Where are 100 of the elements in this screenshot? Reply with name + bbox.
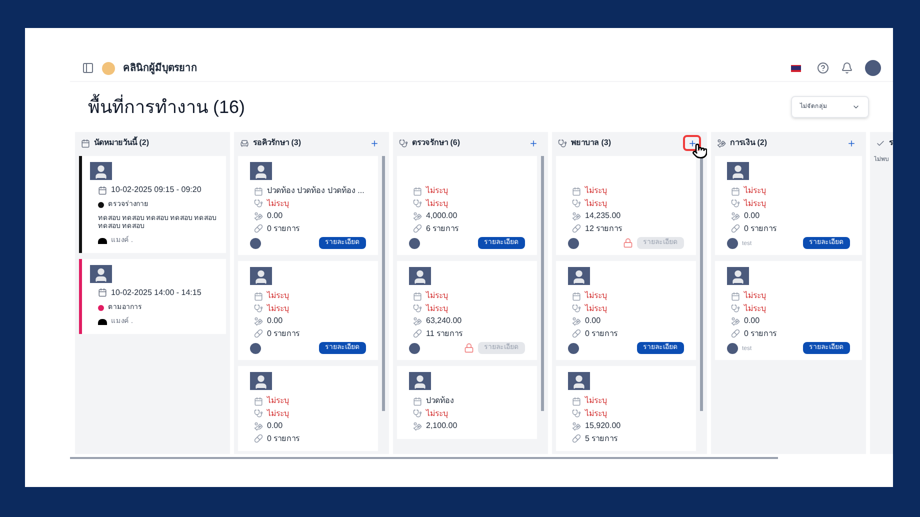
calendar-icon xyxy=(572,186,581,196)
avatar-icon xyxy=(568,342,579,354)
card-field: ไม่ระบุ xyxy=(744,302,766,315)
column-title: ตรวจรักษา (6) xyxy=(412,137,460,149)
hand-coins-icon xyxy=(572,422,581,431)
avatar-icon xyxy=(727,238,738,248)
card-field: 5 รายการ xyxy=(585,432,618,445)
sidebar-toggle-icon[interactable] xyxy=(82,62,94,74)
pill-icon xyxy=(254,329,263,338)
card-field: 6 รายการ xyxy=(426,222,459,235)
avatar-placeholder xyxy=(90,162,112,180)
pill-icon xyxy=(413,224,422,234)
column-title: รอคิวรักษา (3) xyxy=(253,137,301,149)
plus-icon xyxy=(370,138,378,148)
card-field: 0 รายการ xyxy=(744,222,777,235)
logo-icon xyxy=(102,62,115,74)
plus-icon xyxy=(846,138,856,148)
stethoscope-icon xyxy=(413,199,422,208)
calendar-icon xyxy=(572,396,581,406)
hand-coins-icon xyxy=(731,212,740,221)
column-title: พยาบาล (3) xyxy=(571,137,611,149)
plus-icon xyxy=(528,138,538,148)
card-field: ไม่ระบุ xyxy=(426,185,448,198)
patient-card[interactable]: ไม่ระบุ ไม่ระบุ 0.00 0 รายการ xyxy=(238,366,378,451)
page-title: พื้นที่การทำงาน (16) xyxy=(88,94,246,120)
hand-coins-icon xyxy=(413,212,422,221)
column-title: นัดหมายวันนี้ (2) xyxy=(94,137,149,149)
card-field: ไม่ระบุ xyxy=(267,290,289,302)
card-field: ไม่ระบุ xyxy=(267,408,289,420)
card-field: ไม่ระบุ xyxy=(585,198,607,210)
pill-icon xyxy=(731,224,740,234)
stethoscope-icon xyxy=(731,199,740,208)
appointment-time: 10-02-2025 09:15 - 09:20 xyxy=(111,184,202,196)
plus-icon xyxy=(688,138,696,148)
card-field: ไม่ระบุ xyxy=(267,302,289,315)
card-field: ไม่ระบุ xyxy=(585,408,607,420)
pill-icon xyxy=(413,329,422,338)
card-field: 2,100.00 xyxy=(426,420,458,432)
card-field: ไม่ระบุ xyxy=(426,302,448,315)
card-field: ไม่ระบุ xyxy=(426,290,448,302)
card-field: 63,240.00 xyxy=(426,315,462,328)
card-field: 4,000.00 xyxy=(426,210,458,222)
card-field: ไม่ระบุ xyxy=(426,408,448,420)
card-field: 0.00 xyxy=(585,315,601,328)
hand-coins-icon xyxy=(254,212,263,221)
stethoscope-icon xyxy=(572,304,581,314)
calendar-icon xyxy=(98,186,107,194)
card-field: 0.00 xyxy=(267,315,283,328)
card-field: 0.00 xyxy=(744,315,760,328)
card-field: 11 รายการ xyxy=(426,328,463,340)
calendar-icon xyxy=(81,138,90,148)
patient-card[interactable]: ไม่ระบุ ไม่ระบุ 15,920.00 5 รายการ xyxy=(556,366,696,451)
card-field: 0 รายการ xyxy=(267,222,300,235)
hand-coins-icon xyxy=(717,138,726,148)
flag-icon[interactable] xyxy=(791,64,801,72)
stethoscope-icon xyxy=(572,199,581,208)
card-field: ปวดท้อง xyxy=(426,395,454,408)
calendar-icon xyxy=(413,292,422,301)
pill-icon xyxy=(731,329,740,338)
card-field: 0.00 xyxy=(267,420,283,432)
calendar-icon xyxy=(254,292,263,301)
card-field: ไม่ระบุ xyxy=(267,198,289,210)
stethoscope-icon xyxy=(254,304,263,314)
hand-coins-icon xyxy=(413,316,422,326)
card-field: ปวดท้อง ปวดท้อง ปวดท้อง ... xyxy=(267,185,364,198)
calendar-icon xyxy=(254,186,263,196)
avatar-icon xyxy=(727,342,738,354)
avatar-icon xyxy=(409,238,420,248)
stethoscope-icon xyxy=(399,138,408,148)
card-field: 12 รายการ xyxy=(585,222,622,235)
card-field: 0.00 xyxy=(267,210,283,222)
user-avatar[interactable] xyxy=(865,60,881,76)
calendar-icon xyxy=(731,186,740,196)
avatar-icon xyxy=(250,342,261,354)
card-field: ไม่ระบุ xyxy=(585,185,607,198)
pill-icon xyxy=(572,434,581,444)
card-field: ไม่ระบุ xyxy=(585,302,607,315)
calendar-icon xyxy=(413,396,422,406)
calendar-icon xyxy=(572,292,581,301)
calendar-icon xyxy=(413,186,422,196)
hand-coins-icon xyxy=(413,422,422,431)
avatar-icon xyxy=(409,342,420,354)
hand-coins-icon xyxy=(572,316,581,326)
stethoscope-icon xyxy=(413,304,422,314)
caret-icon xyxy=(852,103,860,111)
notification-icon[interactable] xyxy=(841,62,853,74)
patient-card[interactable]: ปวดท้อง ไม่ระบุ 2,100.00 xyxy=(397,366,537,438)
pill-icon xyxy=(254,224,263,234)
stethoscope-icon xyxy=(731,304,740,314)
card-field: 14,235.00 xyxy=(585,210,621,222)
column-title: ร xyxy=(889,137,893,149)
pill-icon xyxy=(254,434,263,444)
hand-coins-icon xyxy=(254,422,263,431)
card-field: ไม่ระบุ xyxy=(744,198,766,210)
pill-icon xyxy=(572,329,581,338)
help-icon[interactable] xyxy=(817,62,829,74)
appointment-time: 10-02-2025 14:00 - 14:15 xyxy=(111,286,202,298)
stethoscope-icon xyxy=(558,138,567,148)
pill-icon xyxy=(572,224,581,234)
column-title: การเงิน (2) xyxy=(730,137,767,149)
